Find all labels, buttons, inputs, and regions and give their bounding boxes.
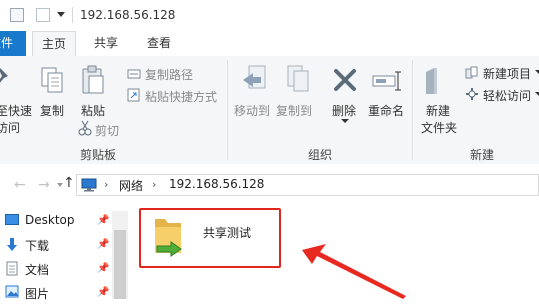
rename-button[interactable]: 重命名 bbox=[368, 102, 404, 119]
new-item-button[interactable]: 新建项目 bbox=[483, 65, 531, 82]
address-bar[interactable]: › 网络 › 192.168.56.128 bbox=[76, 174, 539, 196]
paste-button[interactable]: 粘贴 bbox=[81, 102, 105, 119]
new-folder-quick-icon[interactable] bbox=[36, 8, 50, 22]
nav-item-downloads[interactable]: 下载 📌 bbox=[0, 234, 112, 256]
properties-icon[interactable] bbox=[10, 8, 24, 22]
pin-icon[interactable]: 📌 bbox=[97, 263, 109, 274]
new-folder-label-2[interactable]: 文件夹 bbox=[421, 119, 457, 136]
forward-arrow-icon[interactable]: → bbox=[38, 177, 50, 193]
new-item-dropdown-icon[interactable] bbox=[535, 70, 539, 74]
quick-access-dropdown-icon[interactable] bbox=[57, 12, 65, 17]
paste-shortcut-icon[interactable] bbox=[127, 88, 141, 102]
delete-dropdown-icon[interactable] bbox=[341, 119, 349, 123]
breadcrumb-host[interactable]: 192.168.56.128 bbox=[169, 177, 264, 191]
copy-path-icon[interactable] bbox=[127, 68, 141, 80]
copy-path-button[interactable]: 复制路径 bbox=[145, 66, 193, 83]
new-folder-label-1[interactable]: 新建 bbox=[426, 102, 450, 119]
ribbon-tabs: 文件 主页 共享 查看 bbox=[0, 31, 539, 57]
folder-name: 共享测试 bbox=[203, 226, 252, 240]
copy-to-icon[interactable] bbox=[284, 64, 312, 98]
nav-item-pictures[interactable]: 图片 📌 bbox=[0, 282, 112, 304]
nav-label: 下载 bbox=[25, 239, 50, 253]
tab-file[interactable]: 文件 bbox=[0, 31, 26, 56]
title-bar: 192.168.56.128 bbox=[0, 0, 539, 31]
move-to-icon[interactable] bbox=[241, 64, 269, 98]
tab-home-label: 主页 bbox=[41, 37, 66, 51]
easy-access-button[interactable]: 轻松访问 bbox=[483, 87, 531, 104]
desktop-icon bbox=[5, 214, 19, 225]
copy-button[interactable]: 复制 bbox=[40, 102, 64, 119]
pin-quick-access-label-1[interactable]: 至快速 bbox=[0, 102, 32, 119]
new-folder-icon[interactable] bbox=[424, 64, 454, 98]
organize-group-label: 组织 bbox=[308, 148, 333, 162]
copy-to-button[interactable]: 复制到 bbox=[276, 102, 312, 119]
tab-share[interactable]: 共享 bbox=[86, 31, 126, 56]
annotation-arrow-icon bbox=[302, 244, 406, 299]
tab-view-label: 查看 bbox=[146, 36, 171, 50]
easy-access-dropdown-icon[interactable] bbox=[535, 92, 539, 96]
breadcrumb-network[interactable]: 网络 bbox=[119, 177, 143, 194]
move-to-button[interactable]: 移动到 bbox=[234, 102, 270, 119]
nav-item-desktop[interactable]: Desktop 📌 bbox=[0, 210, 112, 232]
cut-icon[interactable] bbox=[78, 120, 92, 136]
new-item-icon[interactable] bbox=[465, 66, 479, 80]
tab-file-label: 文件 bbox=[0, 36, 14, 50]
pictures-icon bbox=[5, 285, 19, 298]
clipboard-group-label: 剪贴板 bbox=[80, 148, 117, 162]
download-icon bbox=[7, 238, 17, 251]
delete-button[interactable]: 删除 bbox=[332, 102, 356, 119]
navigation-bar: ← → ↑ › 网络 › 192.168.56.128 bbox=[0, 164, 539, 204]
document-icon bbox=[6, 261, 18, 276]
nav-scrollbar-thumb[interactable] bbox=[114, 230, 126, 299]
rename-icon[interactable] bbox=[372, 70, 402, 94]
up-arrow-icon[interactable]: ↑ bbox=[63, 175, 75, 191]
delete-icon[interactable] bbox=[333, 68, 357, 92]
group-divider bbox=[227, 60, 228, 160]
tab-home[interactable]: 主页 bbox=[32, 31, 76, 57]
group-divider bbox=[412, 60, 413, 160]
shared-folder-item[interactable]: 共享测试 bbox=[139, 208, 281, 268]
pin-icon[interactable]: 📌 bbox=[97, 287, 109, 298]
copy-icon[interactable] bbox=[40, 66, 64, 94]
nav-label: 图片 bbox=[25, 287, 50, 301]
paste-shortcut-button[interactable]: 粘贴快捷方式 bbox=[145, 88, 217, 105]
breadcrumb-separator-icon: › bbox=[104, 178, 109, 191]
tab-view[interactable]: 查看 bbox=[139, 31, 179, 56]
breadcrumb-separator-icon: › bbox=[152, 178, 157, 191]
pin-icon[interactable] bbox=[0, 64, 14, 90]
title-divider bbox=[72, 7, 73, 23]
ribbon: 至快速 访问 复制 粘贴 复制路径 粘贴快捷方式 剪切 剪贴板 移动到 复制到 … bbox=[0, 56, 539, 165]
cut-button[interactable]: 剪切 bbox=[95, 122, 119, 139]
tab-share-label: 共享 bbox=[93, 36, 118, 50]
pin-icon[interactable]: 📌 bbox=[97, 239, 109, 250]
back-arrow-icon[interactable]: ← bbox=[14, 177, 26, 193]
pin-icon[interactable]: 📌 bbox=[97, 215, 109, 226]
paste-icon[interactable] bbox=[80, 64, 106, 96]
window-title: 192.168.56.128 bbox=[80, 8, 176, 22]
nav-label: Desktop bbox=[25, 213, 75, 227]
network-icon bbox=[81, 178, 97, 192]
new-group-label: 新建 bbox=[470, 148, 495, 162]
easy-access-icon[interactable] bbox=[465, 87, 479, 101]
nav-item-documents[interactable]: 文档 📌 bbox=[0, 258, 112, 280]
shared-folder-icon bbox=[155, 219, 182, 257]
nav-label: 文档 bbox=[25, 263, 50, 277]
pin-quick-access-label-2[interactable]: 访问 bbox=[0, 119, 20, 136]
